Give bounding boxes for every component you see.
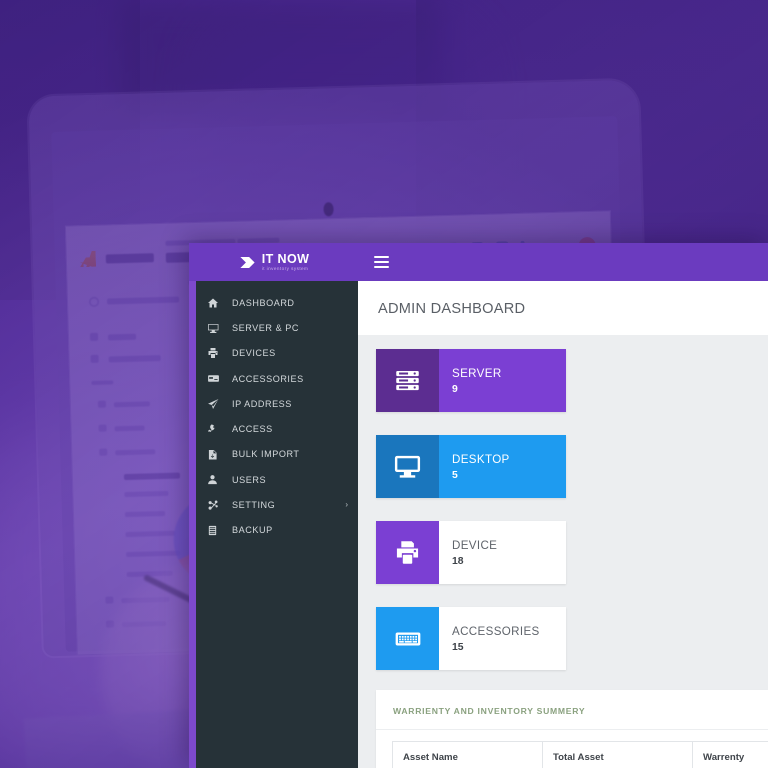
monitor-icon	[207, 322, 224, 335]
sidebar-item-label: USERS	[232, 474, 267, 485]
paper-plane-icon	[207, 398, 224, 411]
sitemap-icon	[207, 499, 224, 512]
summary-panel: WARRIENTY AND INVENTORY SUMMERY Asset Na…	[376, 690, 768, 768]
app-body: DASHBOARD SERVER & PC DEVICES ACCESSORIE…	[189, 281, 768, 768]
stat-card-body: DEVICE 18	[439, 521, 566, 584]
home-icon	[207, 297, 224, 309]
stat-card-grid: SERVER 9 DESKTOP 5 DEVICE 18 ACCESSORIES…	[376, 349, 768, 670]
top-bar: IT NOW it inventory system	[189, 243, 768, 281]
sidebar-item-label: DASHBOARD	[232, 297, 295, 308]
top-bar-actions	[358, 243, 768, 281]
stat-card-device[interactable]: DEVICE 18	[376, 521, 566, 584]
summary-panel-body: Asset Name Total Asset Warrenty Server &…	[376, 730, 768, 768]
sidebar-item-access[interactable]: ACCESS	[196, 416, 358, 441]
sidebar-item-label: BULK IMPORT	[232, 449, 300, 460]
app-window: IT NOW it inventory system DASHBOARD SER…	[189, 243, 768, 768]
sidebar-item-users[interactable]: USERS	[196, 467, 358, 492]
column-header: Warrenty	[692, 741, 768, 768]
stat-card-accessories[interactable]: ACCESSORIES 15	[376, 607, 566, 670]
sidebar-item-label: BACKUP	[232, 525, 273, 536]
brand-tagline: it inventory system	[261, 265, 309, 271]
summary-table: Asset Name Total Asset Warrenty Server &…	[392, 741, 768, 768]
user-icon	[207, 474, 224, 485]
stat-card-label: DESKTOP	[452, 452, 510, 466]
page-header: ADMIN DASHBOARD	[358, 281, 768, 335]
brand-name: IT NOW	[261, 251, 310, 266]
stat-card-body: DESKTOP 5	[439, 435, 566, 498]
sidebar-item-devices[interactable]: DEVICES	[196, 341, 358, 366]
stat-card-value: 18	[452, 555, 464, 567]
server-icon	[376, 349, 439, 412]
chevron-arrow-logo-icon	[238, 253, 257, 272]
monitor-icon	[376, 435, 439, 498]
stat-card-server[interactable]: SERVER 9	[376, 349, 566, 412]
summary-panel-title: WARRIENTY AND INVENTORY SUMMERY	[393, 706, 586, 716]
key-icon	[207, 423, 224, 435]
table-header-row: Asset Name Total Asset Warrenty	[392, 741, 768, 768]
stat-card-value: 9	[452, 383, 458, 395]
stat-card-label: SERVER	[452, 366, 502, 380]
sidebar-item-label: SERVER & PC	[232, 322, 300, 333]
brand-text-block: IT NOW it inventory system	[262, 253, 310, 272]
file-import-icon	[207, 449, 224, 461]
stat-card-label: DEVICE	[452, 538, 498, 552]
sidebar-item-backup[interactable]: BACKUP	[196, 518, 358, 543]
keyboard-icon	[376, 607, 439, 670]
hamburger-menu-icon[interactable]	[374, 255, 389, 269]
stat-card-label: ACCESSORIES	[452, 624, 540, 638]
sidebar: DASHBOARD SERVER & PC DEVICES ACCESSORIE…	[189, 281, 358, 768]
sidebar-item-bulk-import[interactable]: BULK IMPORT	[196, 442, 358, 467]
stat-card-value: 15	[452, 641, 464, 653]
summary-panel-header: WARRIENTY AND INVENTORY SUMMERY	[376, 690, 768, 730]
sidebar-item-label: IP ADDRESS	[232, 398, 292, 409]
printer-icon	[376, 521, 439, 584]
printer-icon	[207, 347, 224, 359]
sidebar-item-label: ACCESS	[232, 424, 273, 435]
chevron-right-icon: ›	[345, 500, 348, 510]
content-scroll-area: SERVER 9 DESKTOP 5 DEVICE 18 ACCESSORIES…	[358, 335, 768, 768]
sidebar-item-label: SETTING	[232, 500, 276, 511]
brand-logo[interactable]: IT NOW it inventory system	[189, 243, 358, 281]
sidebar-item-ip-address[interactable]: IP ADDRESS	[196, 391, 358, 416]
sidebar-item-server-and-pc[interactable]: SERVER & PC	[196, 315, 358, 340]
sidebar-item-setting[interactable]: SETTING ›	[196, 492, 358, 517]
sidebar-item-label: DEVICES	[232, 348, 276, 359]
sidebar-item-label: ACCESSORIES	[232, 373, 304, 384]
page-title: ADMIN DASHBOARD	[378, 301, 526, 317]
stat-card-body: ACCESSORIES 15	[439, 607, 566, 670]
stat-card-body: SERVER 9	[439, 349, 566, 412]
card-icon	[207, 372, 224, 385]
database-icon	[207, 525, 224, 536]
sidebar-item-accessories[interactable]: ACCESSORIES	[196, 366, 358, 391]
sidebar-item-dashboard[interactable]: DASHBOARD	[196, 290, 358, 315]
stat-card-value: 5	[452, 469, 458, 481]
column-header: Asset Name	[392, 741, 543, 768]
column-header: Total Asset	[542, 741, 693, 768]
main-content: ADMIN DASHBOARD SERVER 9 DESKTOP 5 DEVIC…	[358, 281, 768, 768]
stat-card-desktop[interactable]: DESKTOP 5	[376, 435, 566, 498]
